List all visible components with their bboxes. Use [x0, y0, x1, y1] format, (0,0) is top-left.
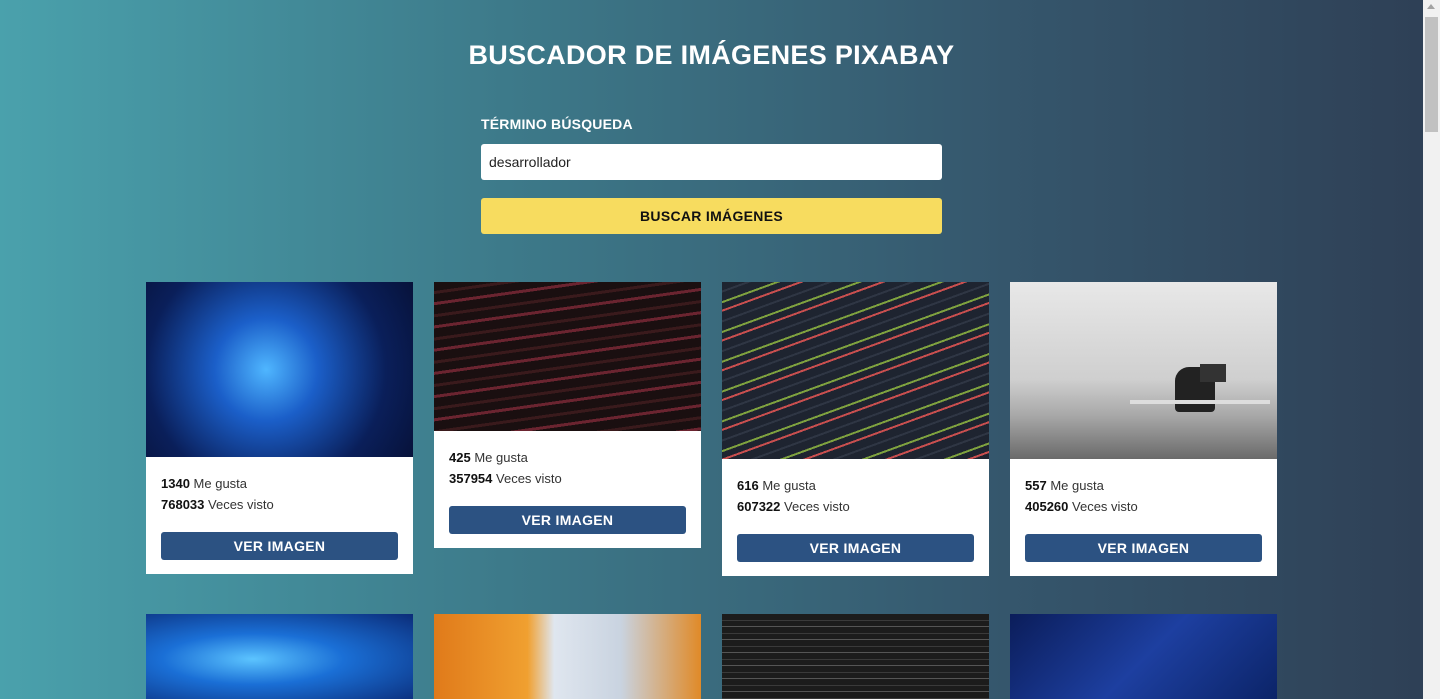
views-label: Veces visto: [784, 499, 850, 514]
likes-count: 1340: [161, 476, 190, 491]
likes-label: Me gusta: [762, 478, 816, 493]
page-title: BUSCADOR DE IMÁGENES PIXABAY: [468, 40, 955, 70]
view-image-button[interactable]: VER IMAGEN: [161, 532, 398, 560]
likes-stat: 616 Me gusta: [737, 475, 974, 496]
image-card: 557 Me gusta 405260 Veces visto VER IMAG…: [1010, 282, 1277, 576]
views-stat: 607322 Veces visto: [737, 496, 974, 517]
card-image[interactable]: [1010, 614, 1277, 699]
image-card: [1010, 614, 1277, 699]
search-form: TÉRMINO BÚSQUEDA BUSCAR IMÁGENES: [481, 116, 942, 234]
views-label: Veces visto: [208, 497, 274, 512]
views-stat: 357954 Veces visto: [449, 468, 686, 489]
image-card: [722, 614, 989, 699]
card-image[interactable]: [722, 282, 989, 459]
views-count: 405260: [1025, 499, 1069, 514]
image-card: [146, 614, 413, 699]
view-image-button[interactable]: VER IMAGEN: [1025, 534, 1262, 562]
card-image[interactable]: [722, 614, 989, 699]
search-button[interactable]: BUSCAR IMÁGENES: [481, 198, 942, 234]
search-label: TÉRMINO BÚSQUEDA: [481, 116, 633, 132]
search-input[interactable]: [481, 144, 942, 180]
scroll-up-arrow-icon[interactable]: [1427, 4, 1435, 9]
likes-stat: 425 Me gusta: [449, 447, 686, 468]
likes-label: Me gusta: [193, 476, 248, 491]
card-image[interactable]: [146, 614, 413, 699]
views-count: 607322: [737, 499, 781, 514]
views-label: Veces visto: [1072, 499, 1138, 514]
view-image-button[interactable]: VER IMAGEN: [449, 506, 686, 534]
likes-stat: 557 Me gusta: [1025, 475, 1262, 496]
vertical-scrollbar[interactable]: [1423, 0, 1440, 699]
likes-count: 425: [449, 450, 471, 465]
likes-stat: 1340 Me gusta: [161, 473, 398, 494]
desk-shape: [1130, 400, 1270, 404]
views-stat: 768033 Veces visto: [161, 494, 398, 515]
likes-count: 557: [1025, 478, 1047, 493]
image-card: 616 Me gusta 607322 Veces visto VER IMAG…: [722, 282, 989, 576]
views-count: 357954: [449, 471, 493, 486]
card-image[interactable]: [434, 282, 701, 431]
image-card: [434, 614, 701, 699]
image-card: 425 Me gusta 357954 Veces visto VER IMAG…: [434, 282, 701, 548]
view-image-button[interactable]: VER IMAGEN: [737, 534, 974, 562]
views-stat: 405260 Veces visto: [1025, 496, 1262, 517]
likes-label: Me gusta: [1050, 478, 1104, 493]
card-image[interactable]: [434, 614, 701, 699]
likes-label: Me gusta: [474, 450, 528, 465]
card-image[interactable]: [1010, 282, 1277, 459]
card-image[interactable]: [146, 282, 413, 457]
scrollbar-thumb[interactable]: [1425, 17, 1438, 132]
monitor-shape: [1200, 364, 1226, 382]
image-card: 1340 Me gusta 768033 Veces visto VER IMA…: [146, 282, 413, 574]
likes-count: 616: [737, 478, 759, 493]
views-count: 768033: [161, 497, 205, 512]
page: BUSCADOR DE IMÁGENES PIXABAY TÉRMINO BÚS…: [0, 0, 1423, 699]
views-label: Veces visto: [496, 471, 562, 486]
